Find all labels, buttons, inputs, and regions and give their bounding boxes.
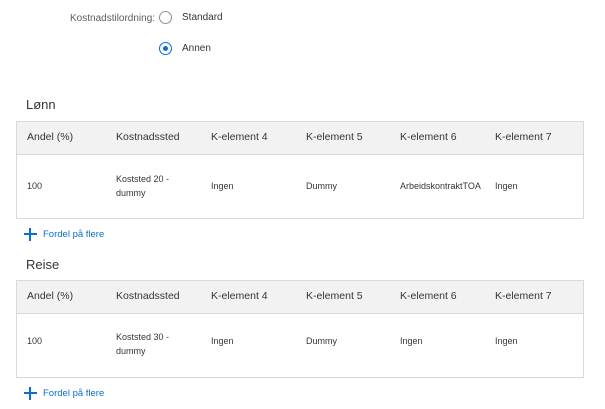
cell-share: 100: [27, 181, 43, 191]
section-title-reise: Reise: [26, 257, 60, 272]
table-row[interactable]: 100 Koststed 20 - dummy Ingen Dummy Arbe…: [17, 155, 583, 218]
cost-allocation-label: Kostnadstilordning:: [70, 13, 156, 24]
cell-k5: Dummy: [306, 336, 337, 346]
table-reise: Andel (%) Kostnadssted K-element 4 K-ele…: [16, 280, 584, 378]
section-title-lonn: Lønn: [26, 97, 56, 112]
radio-annen-label: Annen: [182, 43, 211, 54]
radio-annen-circle[interactable]: [159, 42, 172, 55]
table-row[interactable]: 100 Koststed 30 - dummy Ingen Dummy Inge…: [17, 314, 583, 377]
table-lonn: Andel (%) Kostnadssted K-element 4 K-ele…: [16, 121, 584, 219]
cell-cost-center: Koststed 20 - dummy: [116, 174, 170, 198]
column-header-k5: K-element 5: [306, 131, 363, 143]
cell-k7: Ingen: [495, 336, 518, 346]
column-header-k5: K-element 5: [306, 290, 363, 302]
add-distribution-label: Fordel på flere: [43, 388, 105, 399]
add-distribution-button-reise[interactable]: Fordel på flere: [24, 387, 104, 400]
plus-icon: [24, 228, 37, 241]
column-header-k4: K-element 4: [211, 290, 268, 302]
radio-standard-label: Standard: [182, 12, 223, 23]
table-header: Andel (%) Kostnadssted K-element 4 K-ele…: [17, 281, 583, 314]
column-header-k4: K-element 4: [211, 131, 268, 143]
column-header-share: Andel (%): [27, 131, 74, 143]
column-header-k6: K-element 6: [400, 290, 457, 302]
radio-standard-circle[interactable]: [159, 11, 172, 24]
cell-k4: Ingen: [211, 181, 234, 191]
radio-annen[interactable]: Annen: [159, 42, 211, 55]
cell-k5: Dummy: [306, 181, 337, 191]
add-distribution-label: Fordel på flere: [43, 229, 105, 240]
cell-share: 100: [27, 336, 43, 346]
cell-cost-center: Koststed 30 - dummy: [116, 332, 170, 356]
column-header-share: Andel (%): [27, 290, 74, 302]
column-header-cost-center: Kostnadssted: [116, 290, 180, 302]
cost-allocation-form: Kostnadstilordning: Standard Annen Lønn …: [0, 0, 605, 409]
column-header-cost-center: Kostnadssted: [116, 131, 180, 143]
cell-k6: Ingen: [400, 336, 423, 346]
plus-icon: [24, 387, 37, 400]
column-header-k6: K-element 6: [400, 131, 457, 143]
add-distribution-button-lonn[interactable]: Fordel på flere: [24, 228, 104, 241]
column-header-k7: K-element 7: [495, 131, 552, 143]
cell-k6: ArbeidskontraktTOA: [400, 181, 481, 191]
cell-k4: Ingen: [211, 336, 234, 346]
table-header: Andel (%) Kostnadssted K-element 4 K-ele…: [17, 122, 583, 155]
radio-standard[interactable]: Standard: [159, 11, 223, 24]
cell-k7: Ingen: [495, 181, 518, 191]
column-header-k7: K-element 7: [495, 290, 552, 302]
